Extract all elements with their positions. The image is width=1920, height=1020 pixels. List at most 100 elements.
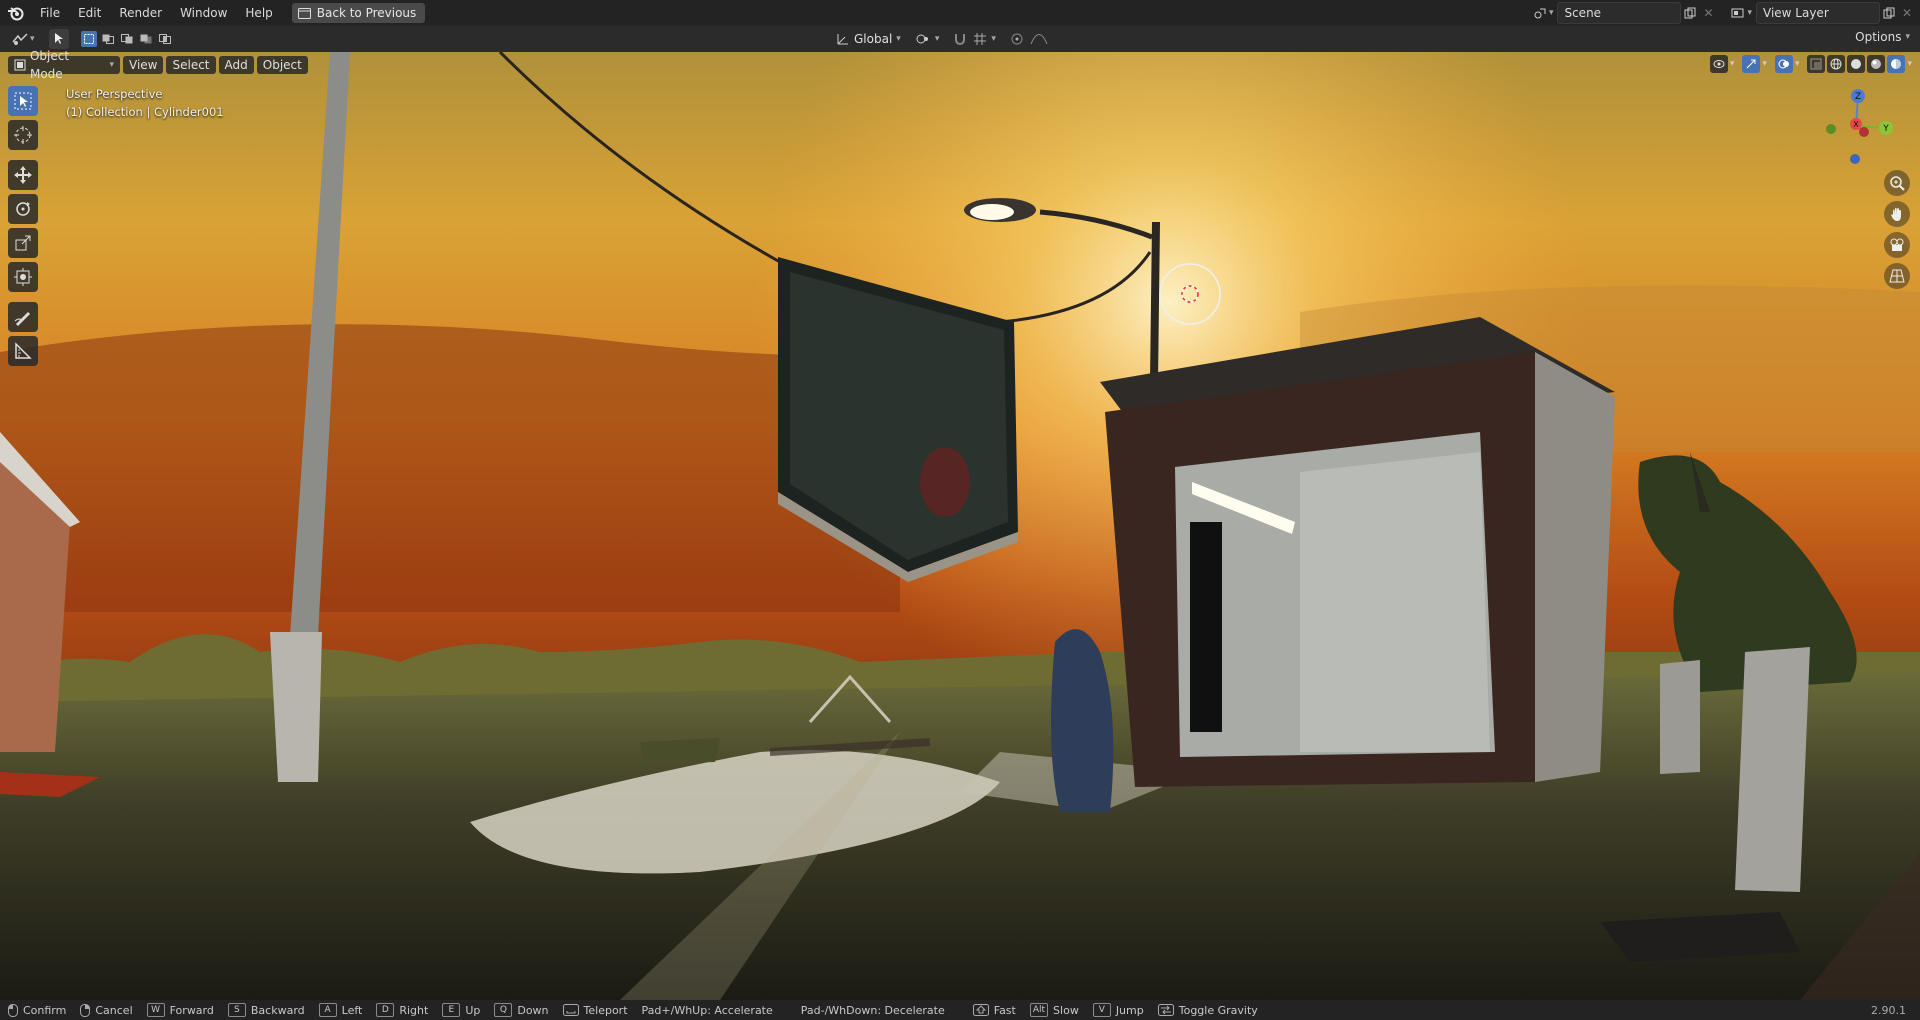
xray-toggle-icon[interactable]: [1807, 55, 1826, 73]
key-badge: W: [146, 1003, 165, 1017]
object-menu[interactable]: Object: [256, 56, 308, 74]
workspace-selectors: ▾ Scene ✕ ▾ View Layer ✕: [1531, 0, 1920, 26]
overlays-toggle-icon[interactable]: [1774, 55, 1793, 73]
transform-tool[interactable]: [8, 262, 38, 292]
back-to-previous-button[interactable]: Back to Previous: [291, 3, 426, 23]
viewport-navigation: [1884, 170, 1912, 294]
chevron-down-icon[interactable]: ▾: [896, 34, 901, 44]
chevron-down-icon: ▾: [109, 60, 114, 70]
chevron-down-icon[interactable]: ▾: [1747, 8, 1752, 18]
status-label: Toggle Gravity: [1178, 1003, 1258, 1017]
menu-window[interactable]: Window: [171, 0, 236, 26]
falloff-icon[interactable]: [1030, 33, 1048, 45]
status-label: Down: [517, 1003, 549, 1017]
status-label: Pad-/WhDown: Decelerate: [800, 1003, 945, 1017]
annotate-tool[interactable]: [8, 302, 38, 332]
status-backward: S Backward: [227, 1003, 305, 1017]
zoom-icon[interactable]: [1884, 170, 1910, 196]
select-box-tool[interactable]: [8, 86, 38, 116]
key-badge: Alt: [1029, 1003, 1049, 1017]
chevron-down-icon[interactable]: ▾: [1907, 59, 1912, 69]
object-mode-icon: [14, 59, 26, 71]
rotate-tool[interactable]: [8, 194, 38, 224]
pan-hand-icon[interactable]: [1884, 201, 1910, 227]
view-menu[interactable]: View: [123, 56, 164, 74]
transform-orientation-value[interactable]: Global: [854, 32, 892, 46]
select-extend-icon[interactable]: [100, 31, 116, 47]
scene-icon[interactable]: [1531, 4, 1549, 22]
chevron-down-icon[interactable]: ▾: [1795, 59, 1800, 69]
status-left: A Left: [318, 1003, 362, 1017]
3d-viewport[interactable]: [0, 52, 1920, 1000]
scene-name-field[interactable]: Scene: [1557, 2, 1682, 24]
transform-controls: Global ▾ ▾ ▾: [836, 30, 1048, 48]
select-new-icon[interactable]: [80, 31, 97, 47]
close-view-layer-icon[interactable]: ✕: [1898, 4, 1916, 22]
view-layer-selector: ▾ View Layer ✕: [1729, 2, 1920, 24]
gizmo-y-label: Y: [1882, 124, 1889, 134]
menu-help[interactable]: Help: [236, 0, 281, 26]
gizmo-z-label: Z: [1855, 92, 1861, 102]
status-label: Cancel: [95, 1003, 133, 1017]
select-invert-icon[interactable]: [138, 31, 154, 47]
chevron-down-icon[interactable]: ▾: [1549, 8, 1554, 18]
close-scene-icon[interactable]: ✕: [1699, 4, 1717, 22]
gizmo-neg-x[interactable]: [1859, 127, 1869, 137]
gizmo-neg-z[interactable]: [1850, 154, 1860, 164]
gizmo-neg-y[interactable]: [1826, 124, 1836, 134]
chevron-down-icon[interactable]: ▾: [935, 34, 940, 44]
material-shading-icon[interactable]: [1867, 55, 1886, 73]
proportional-edit-icon[interactable]: [1008, 30, 1026, 48]
key-badge: Q: [494, 1003, 513, 1017]
add-menu[interactable]: Add: [218, 56, 254, 74]
chevron-down-icon[interactable]: ▾: [991, 34, 996, 44]
wireframe-shading-icon[interactable]: [1827, 55, 1846, 73]
version-label: 2.90.1: [1871, 1003, 1906, 1017]
key-badge: S: [227, 1003, 246, 1017]
cursor-icon: [14, 126, 32, 144]
copy-scene-icon[interactable]: [1681, 4, 1699, 22]
menu-file[interactable]: File: [31, 0, 69, 26]
chevron-down-icon[interactable]: ▾: [1762, 59, 1767, 69]
copy-view-layer-icon[interactable]: [1880, 4, 1898, 22]
visibility-icon[interactable]: [1709, 55, 1728, 73]
active-tool-icon[interactable]: [48, 29, 69, 49]
camera-view-icon[interactable]: [1884, 232, 1910, 258]
pivot-point-icon[interactable]: [915, 32, 931, 46]
solid-shading-icon[interactable]: [1847, 55, 1866, 73]
cursor-tool[interactable]: [8, 120, 38, 150]
rendered-shading-icon[interactable]: [1887, 55, 1906, 73]
status-bar: Confirm Cancel W Forward S Backward A Le…: [0, 1000, 1920, 1020]
options-menu[interactable]: Options ▾: [1855, 30, 1910, 44]
tool-shelf: [8, 86, 40, 370]
navigation-gizmo[interactable]: Z Y X: [1820, 86, 1900, 170]
status-label: Confirm: [23, 1003, 67, 1017]
measure-icon: [15, 342, 32, 359]
blender-logo-icon[interactable]: [7, 4, 25, 22]
view-layer-name-field[interactable]: View Layer: [1756, 2, 1880, 24]
top-menu-bar: File Edit Render Window Help Back to Pre…: [0, 0, 1920, 26]
scene-render: [0, 52, 1920, 1000]
status-jump: V Jump: [1092, 1003, 1144, 1017]
menu-render[interactable]: Render: [110, 0, 171, 26]
snap-target-icon[interactable]: [973, 32, 987, 46]
move-tool[interactable]: [8, 160, 38, 190]
object-mode-selector[interactable]: Object Mode ▾: [8, 49, 120, 81]
gizmo-toggle-icon[interactable]: [1742, 55, 1761, 73]
move-icon: [14, 166, 32, 184]
editor-type-selector[interactable]: ▾: [12, 32, 35, 46]
select-menu[interactable]: Select: [166, 56, 216, 74]
snap-icon[interactable]: [951, 30, 969, 48]
spacebar-icon: [562, 1004, 579, 1016]
select-subtract-icon[interactable]: [119, 31, 135, 47]
options-label: Options: [1855, 30, 1902, 44]
view-layer-icon[interactable]: [1729, 4, 1747, 22]
status-forward: W Forward: [146, 1003, 214, 1017]
menu-edit[interactable]: Edit: [69, 0, 110, 26]
measure-tool[interactable]: [8, 336, 38, 366]
select-intersect-icon[interactable]: [157, 31, 173, 47]
chevron-down-icon[interactable]: ▾: [1730, 59, 1735, 69]
status-cancel: Cancel: [80, 1003, 133, 1017]
scale-tool[interactable]: [8, 228, 38, 258]
perspective-toggle-icon[interactable]: [1884, 263, 1910, 289]
